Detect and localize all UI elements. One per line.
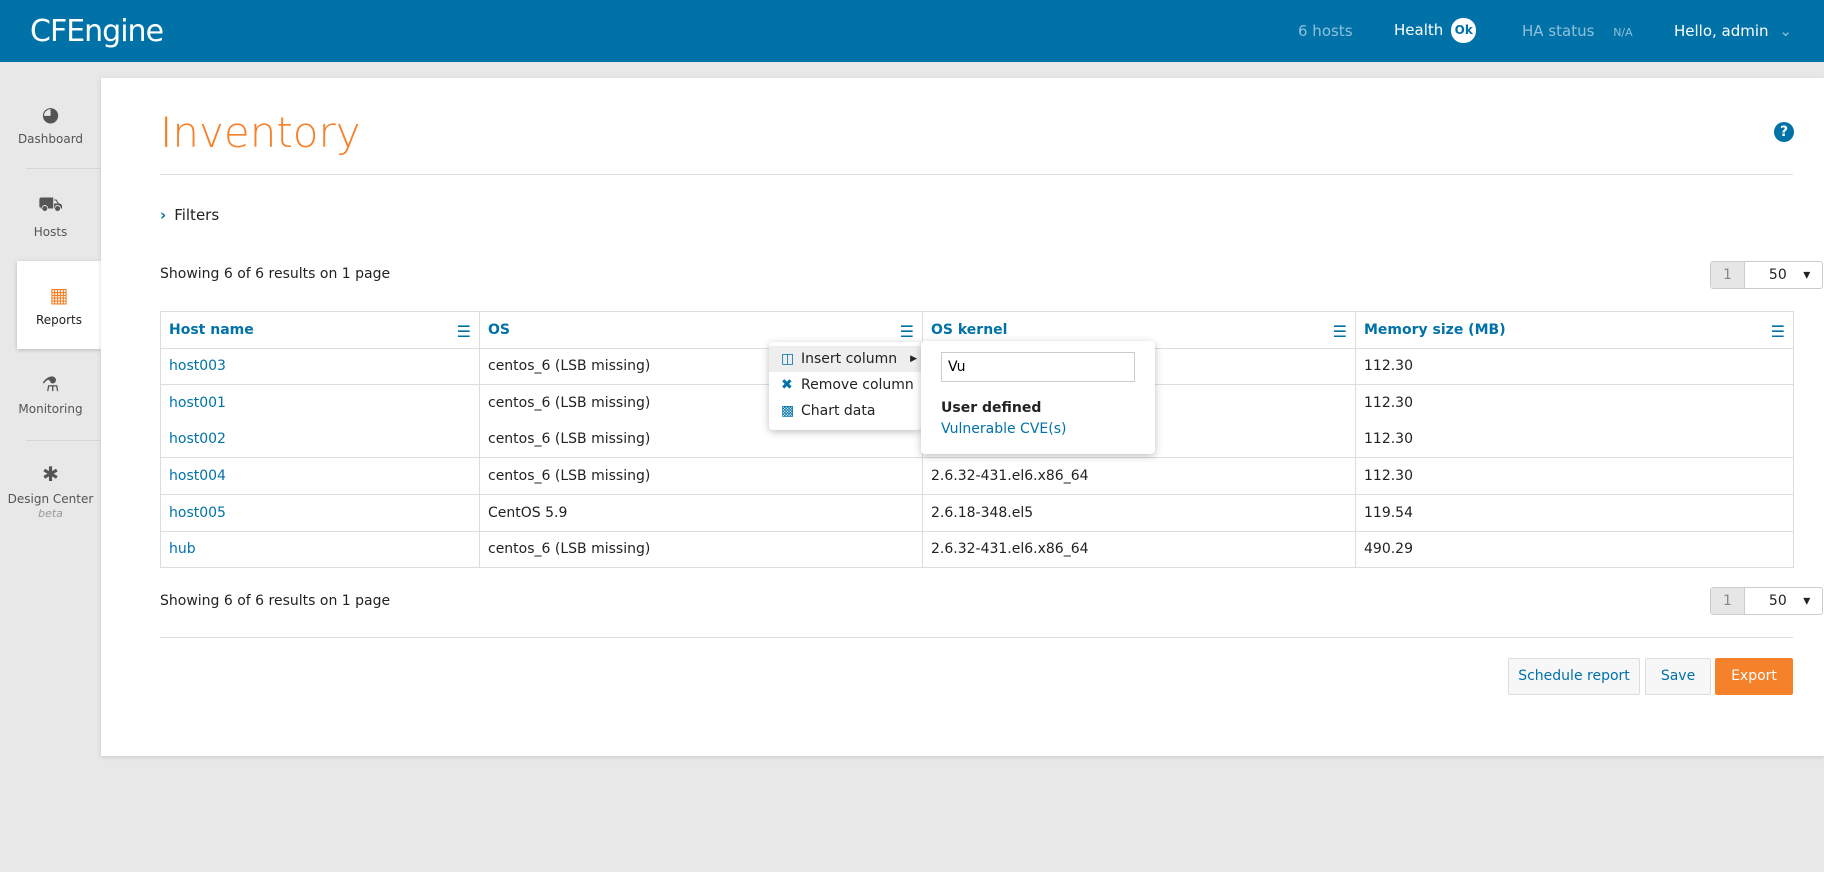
menu-item-remove-column[interactable]: ✖ Remove column [769, 372, 921, 398]
menu-label: Remove column [801, 377, 914, 393]
page-number[interactable]: 1 [1711, 262, 1745, 288]
host-link[interactable]: host001 [169, 395, 226, 411]
per-page-value: 50 [1768, 593, 1787, 609]
pagination-bottom[interactable]: 1 50 ▾ [1710, 587, 1824, 615]
ha-label: HA status [1522, 22, 1595, 40]
group-heading: User defined [941, 400, 1042, 416]
sidebar-label: Reports [35, 313, 83, 327]
results-summary: Showing 6 of 6 results on 1 page [160, 266, 391, 282]
column-context-menu: ◫ Insert column ▶ ✖ Remove column ▩ Chart da… [769, 342, 921, 430]
sidebar-item-monitoring[interactable]: ⚗ Monitoring [0, 372, 101, 416]
schedule-report-button[interactable]: Schedule report [1508, 658, 1640, 695]
user-greeting: Hello, admin [1674, 22, 1769, 40]
column-menu-icon[interactable]: ☰ [1333, 322, 1347, 341]
menu-item-chart-data[interactable]: ▩ Chart data [769, 398, 921, 424]
table-row: hub centos_6 (LSB missing) 2.6.32-431.el6.… [160, 530, 1794, 569]
host-link[interactable]: host005 [169, 505, 226, 521]
health-status[interactable]: Health Ok [1394, 18, 1477, 43]
memory-cell: 112.30 [1355, 347, 1794, 386]
page-number[interactable]: 1 [1711, 588, 1745, 614]
column-header-host-name[interactable]: Host name ☰ [160, 311, 480, 349]
export-button[interactable]: Export [1715, 658, 1793, 695]
menu-label: Insert column [801, 351, 898, 367]
memory-cell: 490.29 [1355, 530, 1794, 569]
sidebar-item-design-center[interactable]: ✱ Design Center beta [0, 462, 101, 520]
per-page-select[interactable]: 50 ▾ [1745, 262, 1822, 288]
sidebar-item-hosts[interactable]: ⛟ Hosts [0, 192, 101, 239]
health-label: Health [1394, 21, 1444, 39]
results-summary-bottom: Showing 6 of 6 results on 1 page [160, 593, 391, 609]
host-link[interactable]: hub [169, 541, 196, 557]
divider [26, 440, 101, 441]
memory-cell: 112.30 [1355, 421, 1794, 459]
option-vulnerable-cves[interactable]: Vulnerable CVE(s) [941, 421, 1066, 437]
columns-icon: ◫ [781, 351, 795, 367]
table-row: host005 CentOS 5.9 2.6.18-348.el5 119.54 [160, 493, 1794, 532]
close-icon: ✖ [781, 377, 793, 393]
memory-cell: 119.54 [1355, 493, 1794, 532]
sidebar-label: Monitoring [18, 402, 83, 416]
hosts-count[interactable]: 6 hosts [1298, 22, 1353, 40]
os-cell: centos_6 (LSB missing) [479, 530, 923, 569]
column-menu-icon[interactable]: ☰ [457, 322, 471, 341]
sidebar-label: Design Center [7, 492, 94, 506]
logo[interactable]: CFEngine [30, 14, 164, 49]
caret-right-icon: ▶ [910, 354, 917, 364]
per-page-select[interactable]: 50 ▾ [1745, 588, 1822, 614]
host-link[interactable]: host003 [169, 358, 226, 374]
os-cell: CentOS 5.9 [479, 493, 923, 532]
user-menu[interactable]: Hello, admin ⌄ [1674, 22, 1792, 40]
per-page-value: 50 [1768, 267, 1787, 283]
chevron-down-icon: ⌄ [1779, 22, 1792, 40]
column-header-memory-size[interactable]: Memory size (MB) ☰ [1355, 311, 1794, 349]
sidebar-item-dashboard[interactable]: ◕ Dashboard [0, 102, 101, 146]
host-link[interactable]: host004 [169, 468, 226, 484]
help-icon[interactable]: ? [1774, 122, 1794, 142]
column-search-input[interactable] [941, 352, 1135, 382]
stethoscope-icon: ⚗ [41, 372, 60, 396]
divider [26, 168, 101, 169]
sidebar-label: Hosts [33, 225, 68, 239]
ha-value: N/A [1613, 26, 1633, 39]
table-icon: ▦ [49, 283, 69, 307]
puzzle-icon: ✱ [42, 462, 59, 486]
kernel-cell: 2.6.32-431.el6.x86_64 [922, 530, 1356, 569]
sidebar-label: Dashboard [17, 132, 84, 146]
os-cell: centos_6 (LSB missing) [479, 457, 923, 495]
beta-label: beta [38, 507, 63, 520]
dashboard-icon: ◕ [41, 102, 60, 126]
insert-column-submenu: User defined Vulnerable CVE(s) [921, 341, 1155, 454]
bar-chart-icon: ▩ [781, 403, 795, 419]
health-badge: Ok [1451, 18, 1477, 43]
divider [160, 637, 1793, 638]
chevron-right-icon: › [160, 206, 167, 224]
sitemap-icon: ⛟ [37, 192, 64, 216]
header-label: Host name [169, 321, 254, 338]
top-bar: CFEngine 6 hosts Health Ok HA status N/A … [0, 0, 1824, 62]
column-menu-icon[interactable]: ☰ [900, 322, 914, 341]
menu-label: Chart data [801, 403, 876, 419]
filters-toggle[interactable]: › Filters [160, 206, 219, 224]
header-label: OS [488, 321, 510, 338]
column-menu-icon[interactable]: ☰ [1771, 322, 1785, 341]
memory-cell: 112.30 [1355, 457, 1794, 495]
ha-status[interactable]: HA status N/A [1522, 22, 1633, 40]
kernel-cell: 2.6.18-348.el5 [922, 493, 1356, 532]
menu-item-insert-column[interactable]: ◫ Insert column ▶ [769, 346, 921, 372]
save-button[interactable]: Save [1645, 658, 1711, 695]
divider [160, 174, 1793, 175]
pagination[interactable]: 1 50 ▾ [1710, 261, 1824, 289]
header-label: OS kernel [931, 321, 1008, 338]
header-label: Memory size (MB) [1364, 321, 1506, 338]
sidebar-item-reports[interactable]: ▦ Reports [17, 261, 101, 349]
memory-cell: 112.30 [1355, 384, 1794, 422]
kernel-cell: 2.6.32-431.el6.x86_64 [922, 457, 1356, 495]
page-title: Inventory [160, 108, 361, 157]
filters-label: Filters [174, 206, 220, 224]
host-link[interactable]: host002 [169, 431, 226, 447]
table-row: host004 centos_6 (LSB missing) 2.6.32-431.… [160, 457, 1794, 495]
